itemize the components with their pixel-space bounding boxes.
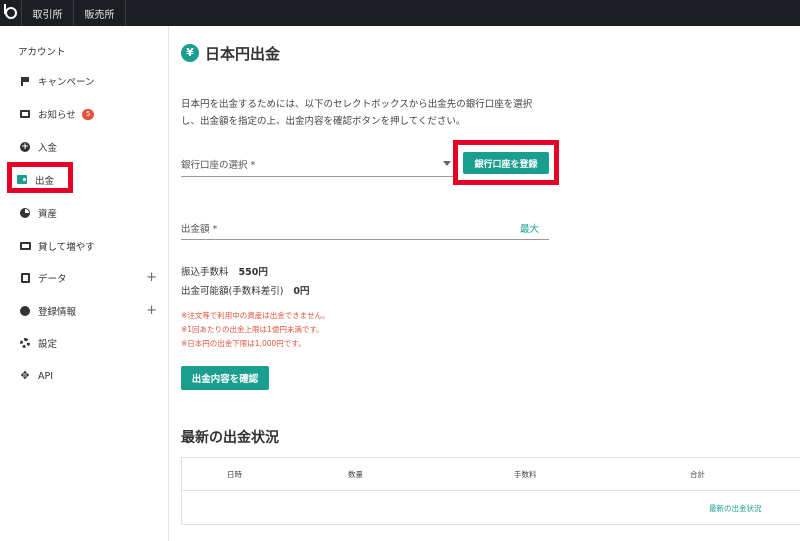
sidebar-item-settings[interactable]: 設定: [0, 333, 169, 353]
sidebar-item-label: 登録情報: [38, 307, 77, 318]
column-header-quantity: 数量: [348, 470, 363, 479]
available-label: 出金可能額(手数料差引): [181, 286, 284, 297]
wallet-icon: [17, 175, 27, 184]
available-amount: 出金可能額(手数料差引) 0円: [181, 283, 310, 297]
expand-icon[interactable]: +: [146, 270, 157, 285]
description-line: し、出金額を指定の上、出金内容を確認ボタンを押してください。: [181, 116, 466, 127]
sidebar-item-registration[interactable]: 登録情報 +: [0, 301, 169, 321]
sidebar-item-deposit[interactable]: + 入金: [0, 137, 169, 157]
register-bank-account-button[interactable]: 銀行口座を登録: [463, 152, 549, 174]
sidebar-item-label: 出金: [35, 175, 55, 187]
sidebar-item-label: キャンペーン: [38, 77, 95, 88]
sidebar-item-label: 貸して増やす: [38, 242, 95, 253]
amount-label: 出金額 *: [181, 224, 218, 235]
expand-icon[interactable]: +: [146, 303, 157, 318]
logo-icon: [3, 4, 17, 19]
sidebar-item-label: お知らせ: [38, 110, 76, 121]
bitbank-logo[interactable]: [0, 0, 22, 26]
bank-account-select[interactable]: 銀行口座の選択 *: [181, 150, 453, 177]
sidebar-item-campaign[interactable]: キャンペーン: [0, 71, 169, 91]
note-item: ※1回あたりの出金上限は1億円未満です。: [181, 325, 324, 334]
description-line: 日本円を出金するためには、以下のセレクトボックスから出金先の銀行口座を選択: [181, 99, 533, 110]
column-header-datetime: 日時: [227, 470, 242, 479]
sidebar-item-label: 資産: [38, 209, 58, 220]
api-icon: ✥: [20, 369, 30, 382]
description: 日本円を出金するためには、以下のセレクトボックスから出金先の銀行口座を選択 し、…: [181, 96, 561, 130]
sidebar-item-assets[interactable]: 資産: [0, 203, 169, 223]
sidebar-item-withdraw[interactable]: 出金: [13, 172, 65, 187]
available-value: 0円: [293, 286, 310, 297]
main-content: ¥ 日本円出金 日本円を出金するためには、以下のセレクトボックスから出金先の銀行…: [170, 26, 800, 541]
cash-icon: [19, 242, 31, 250]
sidebar-item-data[interactable]: データ +: [0, 268, 169, 288]
history-table: 日時 数量 手数料 合計 最新の出金状況: [181, 457, 800, 525]
fee-value: 550円: [238, 267, 268, 278]
history-link[interactable]: 最新の出金状況: [709, 503, 762, 514]
amount-field[interactable]: 出金額 * 最大: [181, 214, 549, 240]
note-item: ※注文等で利用中の資産は出金できません。: [181, 311, 330, 320]
clipboard-icon: [20, 273, 30, 283]
sidebar-item-label: API: [38, 370, 54, 382]
max-button[interactable]: 最大: [520, 221, 539, 235]
flag-icon: [21, 76, 29, 86]
fee-label: 振込手数料: [181, 267, 229, 278]
gear-icon: [20, 338, 30, 348]
plus-circle-icon: +: [20, 142, 30, 152]
user-icon: [20, 306, 30, 316]
tab-exchange[interactable]: 取引所: [22, 0, 74, 26]
sidebar-title: アカウント: [18, 47, 66, 58]
tab-broker[interactable]: 販売所: [74, 0, 126, 26]
caret-down-icon: [443, 161, 451, 166]
column-header-total: 合計: [690, 470, 705, 479]
table-header: 日時 数量 手数料 合計: [182, 458, 800, 491]
sidebar-item-label: 設定: [38, 339, 58, 350]
notes: ※注文等で利用中の資産は出金できません。 ※1回あたりの出金上限は1億円未満です…: [181, 309, 330, 351]
sidebar-item-label: データ: [38, 274, 67, 285]
sidebar-item-notices[interactable]: お知らせ 5: [0, 104, 169, 124]
confirm-withdrawal-button[interactable]: 出金内容を確認: [181, 366, 269, 390]
pie-chart-icon: [20, 208, 30, 218]
note-item: ※日本円の出金下限は1,000円です。: [181, 339, 306, 348]
message-icon: [20, 110, 30, 118]
history-title: 最新の出金状況: [181, 430, 279, 446]
column-header-fee: 手数料: [514, 470, 537, 479]
notification-badge: 5: [81, 108, 95, 120]
sidebar-item-label: 入金: [38, 143, 58, 154]
bank-select-label: 銀行口座の選択 *: [181, 160, 256, 171]
yen-icon: ¥: [181, 44, 199, 62]
top-bar: 取引所 販売所: [0, 0, 800, 26]
sidebar: アカウント キャンペーン お知らせ 5 + 入金 出金 資産 貸して増やす デー…: [0, 26, 169, 541]
sidebar-item-lending[interactable]: 貸して増やす: [0, 236, 169, 256]
sidebar-item-api[interactable]: ✥ API: [0, 366, 169, 386]
page-title: 日本円出金: [205, 45, 281, 63]
transfer-fee: 振込手数料 550円: [181, 264, 268, 278]
